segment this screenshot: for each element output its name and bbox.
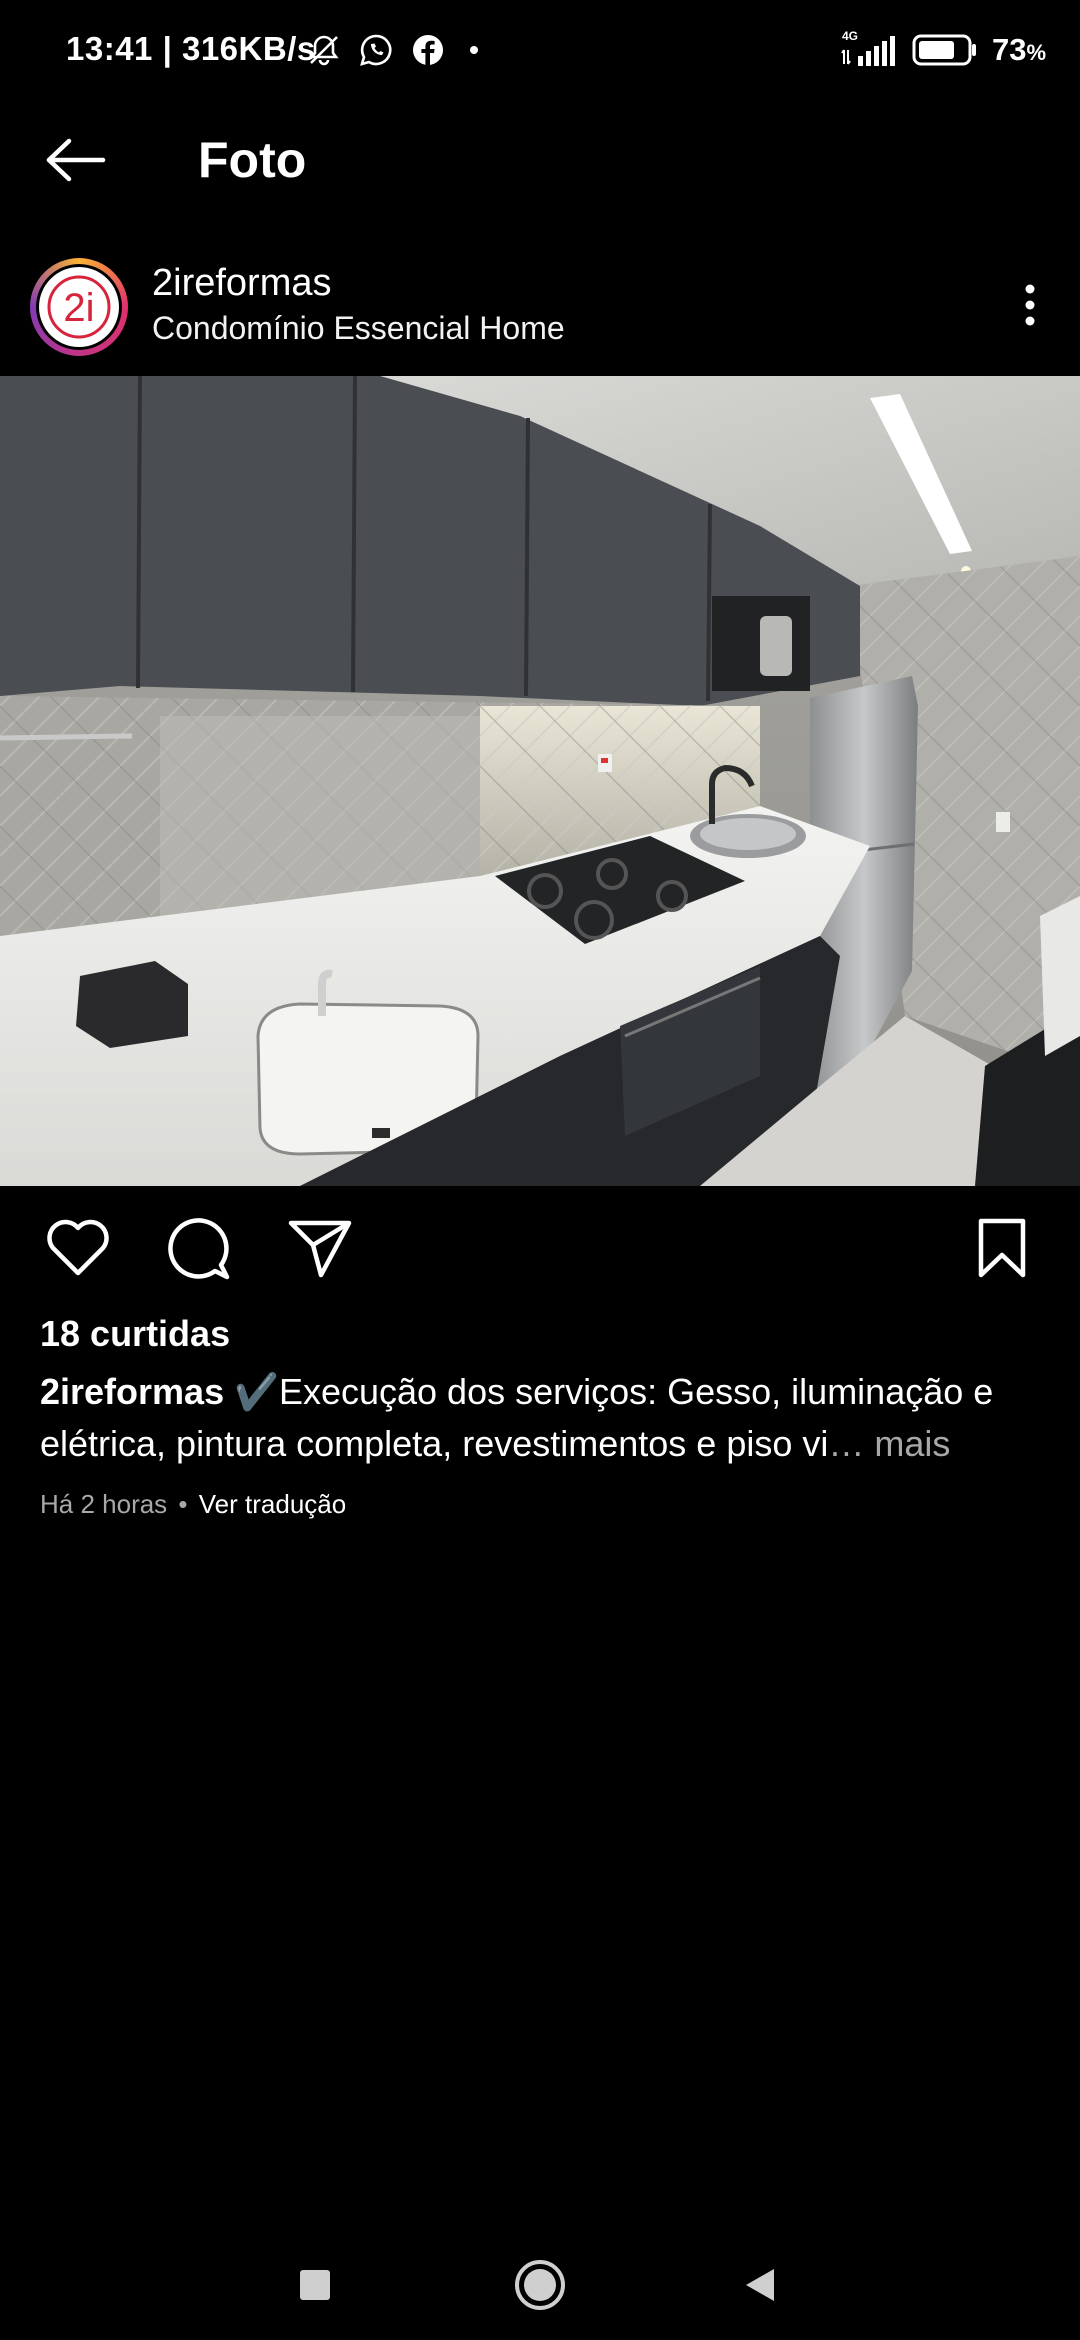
- vertical-dots-icon: [1024, 283, 1036, 327]
- brand-logo: 2i: [39, 267, 119, 347]
- back-button[interactable]: [40, 130, 110, 190]
- system-nav-bar: [0, 2230, 1080, 2340]
- status-right: 4G 73%: [840, 28, 1046, 72]
- post-actions: [0, 1210, 1080, 1290]
- recents-button[interactable]: [280, 2250, 350, 2320]
- bookmark-icon: [976, 1217, 1028, 1279]
- facebook-icon: [410, 32, 446, 68]
- home-circle-icon: [513, 2258, 567, 2312]
- meta-separator: •: [178, 1489, 188, 1519]
- notification-icons: [306, 30, 486, 70]
- triangle-back-icon: [740, 2265, 780, 2305]
- post-caption: 2ireformas ✔️Execução dos serviços: Gess…: [40, 1366, 1050, 1470]
- comment-icon: [165, 1215, 231, 1281]
- post-photo[interactable]: [0, 376, 1080, 1186]
- arrow-left-icon: [43, 136, 107, 184]
- page-title: Foto: [198, 132, 307, 188]
- post-time: Há 2 horas: [40, 1489, 168, 1519]
- app-bar: Foto: [0, 110, 1080, 210]
- whatsapp-icon: [358, 32, 394, 68]
- square-icon: [298, 2268, 332, 2302]
- clock: 13:41: [66, 30, 153, 67]
- likes-count[interactable]: 18 curtidas: [40, 1310, 230, 1358]
- caption-username[interactable]: 2ireformas: [40, 1371, 224, 1412]
- more-options-button[interactable]: [1000, 275, 1060, 335]
- like-button[interactable]: [40, 1210, 116, 1286]
- signal-icon: 4G: [840, 30, 898, 70]
- share-button[interactable]: [282, 1210, 358, 1286]
- avatar-ring: 2i: [36, 264, 122, 350]
- battery-percent: 73: [991, 32, 1027, 67]
- comment-button[interactable]: [160, 1210, 236, 1286]
- post-location[interactable]: Condomínio Essencial Home: [152, 308, 565, 348]
- save-button[interactable]: [964, 1210, 1040, 1286]
- post-header: 2i 2ireformas Condomínio Essencial Home: [0, 250, 1080, 375]
- post-username[interactable]: 2ireformas: [152, 260, 332, 306]
- home-button[interactable]: [505, 2250, 575, 2320]
- avatar[interactable]: 2i: [30, 258, 128, 356]
- caption-more-link[interactable]: … mais: [828, 1423, 950, 1464]
- translate-link[interactable]: Ver tradução: [199, 1489, 346, 1519]
- network-speed: | 316KB/s: [162, 30, 316, 67]
- post-meta: Há 2 horas • Ver tradução: [40, 1484, 346, 1524]
- kitchen-photo: [0, 376, 1080, 1186]
- back-nav-button[interactable]: [725, 2250, 795, 2320]
- dot-icon: [462, 32, 486, 68]
- status-bar: 13:41 | 316KB/s 4G 73%: [0, 0, 1080, 100]
- battery-level: 73%: [992, 32, 1046, 68]
- battery-icon: [912, 32, 978, 68]
- paper-plane-icon: [287, 1217, 353, 1279]
- avatar-text: 2i: [63, 286, 94, 330]
- heart-icon: [45, 1218, 111, 1278]
- mute-bell-icon: [306, 32, 342, 68]
- battery-unit: %: [1026, 40, 1046, 65]
- status-time: 13:41 | 316KB/s: [66, 30, 316, 68]
